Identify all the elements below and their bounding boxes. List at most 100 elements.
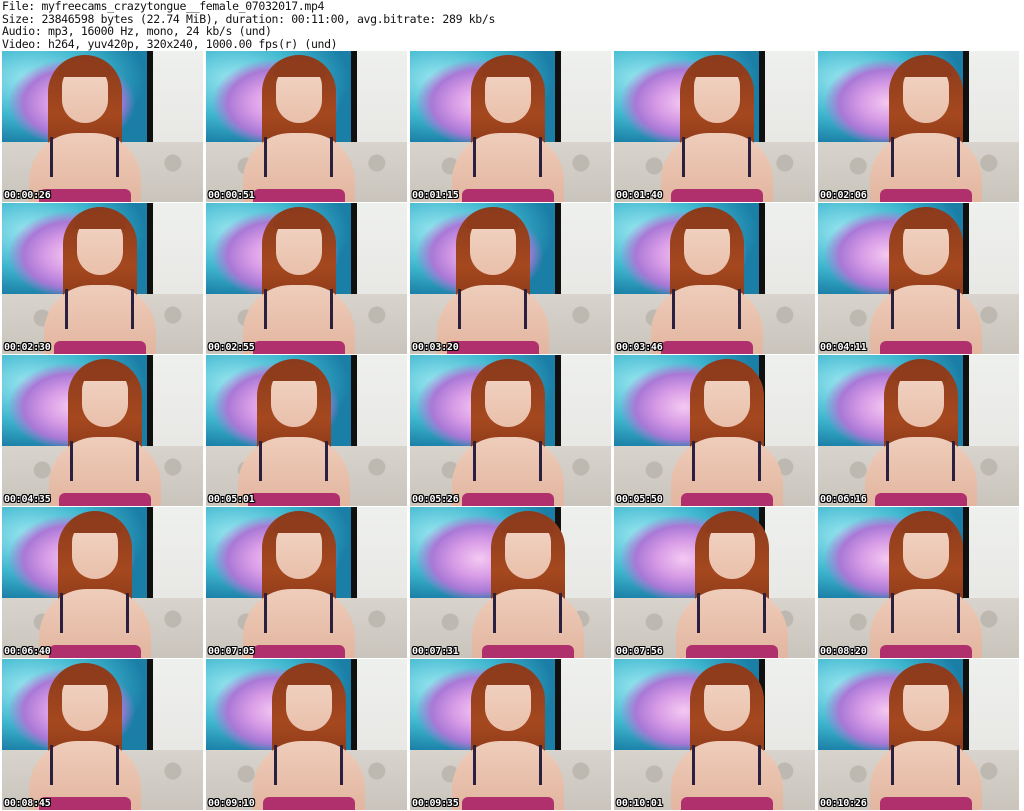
thumbnail-image-strap xyxy=(524,289,527,329)
thumbnail-image-fringe xyxy=(706,517,758,533)
thumbnail-timestamp: 00:05:26 xyxy=(412,494,459,505)
thumbnail-image-strap xyxy=(330,593,333,633)
thumbnail-image-fringe xyxy=(467,213,519,229)
thumbnail-image-fringe xyxy=(701,669,753,685)
thumbnail-timestamp: 00:02:30 xyxy=(4,342,51,353)
thumbnail-timestamp: 00:07:31 xyxy=(412,646,459,657)
thumbnail-timestamp: 00:03:20 xyxy=(412,342,459,353)
thumbnail-image-strap xyxy=(758,441,761,481)
thumbnail-timestamp: 00:06:40 xyxy=(4,646,51,657)
file-info-header: File: myfreecams_crazytongue__female_070… xyxy=(2,0,1022,50)
video-thumbnail: 00:02:06 xyxy=(818,51,1019,202)
video-thumbnail: 00:04:35 xyxy=(2,355,203,506)
thumbnail-image-strap xyxy=(60,593,63,633)
thumbnail-image-lingerie xyxy=(253,645,345,658)
thumbnail-image-fringe xyxy=(691,61,743,77)
thumbnail-timestamp: 00:04:11 xyxy=(820,342,867,353)
thumbnail-image-strap xyxy=(748,137,751,177)
video-thumbnail: 00:09:35 xyxy=(410,659,611,810)
video-thumbnail: 00:07:31 xyxy=(410,507,611,658)
thumbnail-image-fringe xyxy=(283,669,335,685)
thumbnail-image-lingerie xyxy=(880,341,972,354)
thumbnail-image-lingerie xyxy=(54,341,146,354)
thumbnail-image-lingerie xyxy=(681,493,773,506)
thumbnail-image-strap xyxy=(957,289,960,329)
thumbnail-image-strap xyxy=(891,745,894,785)
thumbnail-image-strap xyxy=(330,289,333,329)
thumbnail-image-lingerie xyxy=(482,645,574,658)
thumbnail-image-strap xyxy=(458,289,461,329)
thumbnail-image-fringe xyxy=(900,517,952,533)
thumbnail-image-fringe xyxy=(482,61,534,77)
thumbnail-image-strap xyxy=(330,137,333,177)
video-thumbnail: 00:10:01 xyxy=(614,659,815,810)
thumbnail-image-strap xyxy=(539,745,542,785)
video-thumbnail: 00:10:26 xyxy=(818,659,1019,810)
thumbnail-image-fringe xyxy=(482,669,534,685)
thumbnail-image-fringe xyxy=(900,669,952,685)
thumbnail-image-fringe xyxy=(59,61,111,77)
thumbnail-image-strap xyxy=(758,745,761,785)
thumbnail-image-fringe xyxy=(273,61,325,77)
thumbnail-timestamp: 00:01:40 xyxy=(616,190,663,201)
thumbnail-timestamp: 00:01:15 xyxy=(412,190,459,201)
video-thumbnail: 00:05:26 xyxy=(410,355,611,506)
thumbnail-image-fringe xyxy=(74,213,126,229)
thumbnail-image-strap xyxy=(473,745,476,785)
thumbnail-image-strap xyxy=(559,593,562,633)
video-thumbnail: 00:09:10 xyxy=(206,659,407,810)
thumbnail-timestamp: 00:02:06 xyxy=(820,190,867,201)
thumbnail-image-lingerie xyxy=(462,189,554,202)
thumbnail-image-strap xyxy=(957,593,960,633)
thumbnail-image-strap xyxy=(473,441,476,481)
video-thumbnail: 00:03:20 xyxy=(410,203,611,354)
thumbnail-image-fringe xyxy=(59,669,111,685)
video-thumbnail: 00:01:15 xyxy=(410,51,611,202)
video-thumbnail: 00:06:40 xyxy=(2,507,203,658)
thumbnail-grid: 00:00:26 00:00:51 00:01:15 00:01:40 00:02:06… xyxy=(2,51,1022,811)
thumbnail-timestamp: 00:05:50 xyxy=(616,494,663,505)
thumbnail-image-lingerie xyxy=(248,493,340,506)
thumbnail-timestamp: 00:09:35 xyxy=(412,798,459,809)
thumbnail-image-fringe xyxy=(900,61,952,77)
video-thumbnail: 00:00:26 xyxy=(2,51,203,202)
thumbnail-image-fringe xyxy=(681,213,733,229)
thumbnail-image-fringe xyxy=(273,517,325,533)
thumbnail-image-lingerie xyxy=(875,493,967,506)
thumbnail-image-strap xyxy=(274,745,277,785)
video-thumbnail: 00:04:11 xyxy=(818,203,1019,354)
thumbnail-timestamp: 00:08:20 xyxy=(820,646,867,657)
thumbnail-image-strap xyxy=(763,593,766,633)
thumbnail-image-strap xyxy=(672,289,675,329)
video-thumbnail: 00:05:01 xyxy=(206,355,407,506)
thumbnail-image-fringe xyxy=(273,213,325,229)
thumbnail-timestamp: 00:02:55 xyxy=(208,342,255,353)
thumbnail-image-strap xyxy=(957,137,960,177)
thumbnail-timestamp: 00:00:51 xyxy=(208,190,255,201)
thumbnail-image-strap xyxy=(692,441,695,481)
thumbnail-image-strap xyxy=(539,137,542,177)
thumbnail-image-strap xyxy=(116,137,119,177)
video-thumbnail: 00:02:55 xyxy=(206,203,407,354)
thumbnail-timestamp: 00:09:10 xyxy=(208,798,255,809)
thumbnail-timestamp: 00:08:45 xyxy=(4,798,51,809)
thumbnail-timestamp: 00:05:01 xyxy=(208,494,255,505)
thumbnail-timestamp: 00:10:26 xyxy=(820,798,867,809)
thumbnail-timestamp: 00:00:26 xyxy=(4,190,51,201)
video-thumbnail: 00:07:56 xyxy=(614,507,815,658)
thumbnail-image-fringe xyxy=(900,213,952,229)
thumbnail-image-lingerie xyxy=(686,645,778,658)
thumbnail-image-strap xyxy=(697,593,700,633)
thumbnail-timestamp: 00:07:56 xyxy=(616,646,663,657)
thumbnail-image-lingerie xyxy=(880,189,972,202)
file-name-line: File: myfreecams_crazytongue__female_070… xyxy=(2,0,325,13)
thumbnail-image-strap xyxy=(473,137,476,177)
thumbnail-image-lingerie xyxy=(671,189,763,202)
thumbnail-timestamp: 00:10:01 xyxy=(616,798,663,809)
thumbnail-image-lingerie xyxy=(661,341,753,354)
thumbnail-timestamp: 00:06:16 xyxy=(820,494,867,505)
thumbnail-image-fringe xyxy=(79,365,131,381)
thumbnail-image-lingerie xyxy=(253,189,345,202)
thumbnail-image-strap xyxy=(259,441,262,481)
thumbnail-image-lingerie xyxy=(462,797,554,810)
